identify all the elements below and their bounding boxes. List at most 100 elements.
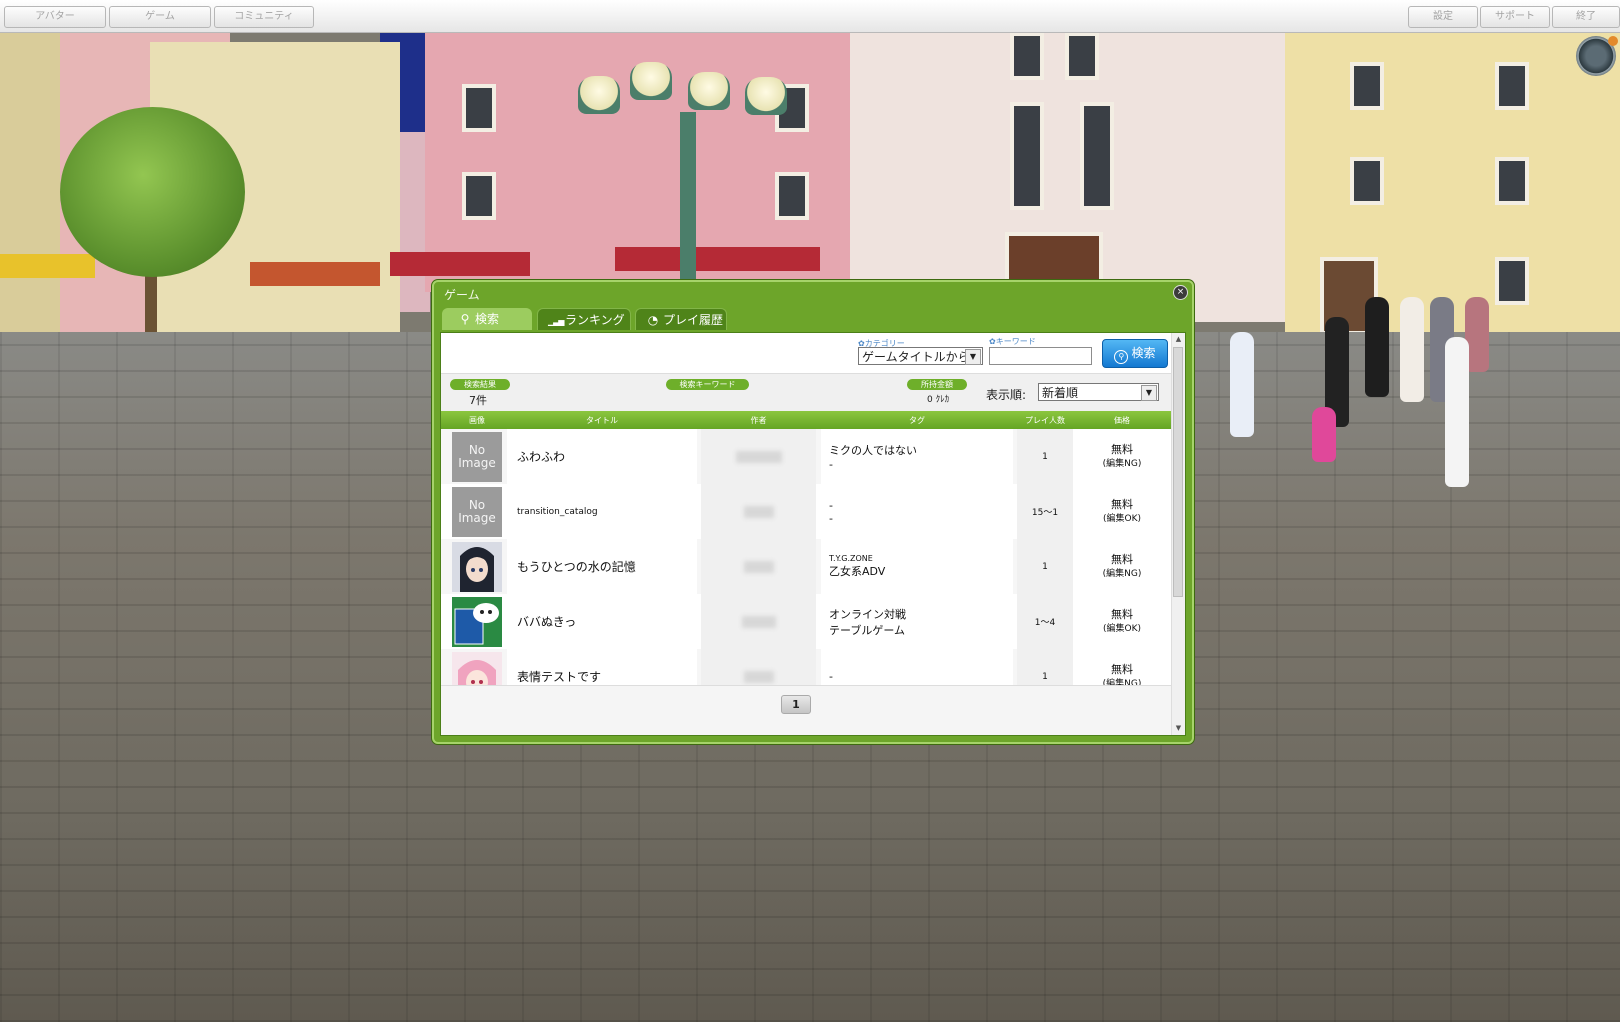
author-name-blurred xyxy=(701,649,816,686)
tab-ranking[interactable]: ▁▃▅ ランキング xyxy=(537,308,631,330)
awning xyxy=(0,254,95,278)
lamp-light xyxy=(578,76,620,114)
tag-cell: - xyxy=(821,649,1013,686)
window xyxy=(1065,32,1099,80)
tag-line: - xyxy=(829,511,833,525)
page-1-button[interactable]: 1 xyxy=(781,695,811,714)
tag-cell: T.Y.G.ZONE 乙女系ADV xyxy=(821,539,1013,594)
table-row[interactable]: ババぬきっ オンライン対戦 テーブルゲーム 1〜4 無料 (編集OK) xyxy=(441,594,1171,650)
result-count-value: 7件 xyxy=(469,394,487,407)
bar-chart-icon: ▁▃▅ xyxy=(548,317,564,326)
search-button-label: 検索 xyxy=(1131,346,1156,360)
avatar-character[interactable] xyxy=(1445,337,1469,487)
scrollbar[interactable]: ▲ ▼ xyxy=(1171,333,1185,735)
scroll-down-arrow-icon[interactable]: ▼ xyxy=(1172,722,1185,735)
game-title[interactable]: ふわふわ xyxy=(507,429,697,484)
window xyxy=(1010,32,1044,80)
keyword-label: ✿キーワード xyxy=(989,337,1036,346)
tab-label: ランキング xyxy=(565,313,625,327)
author-name-blurred xyxy=(701,484,816,539)
anime-girl-thumbnail xyxy=(452,541,502,592)
lamp-light xyxy=(630,62,672,100)
tag-line: テーブルゲーム xyxy=(829,623,906,637)
exit-button[interactable]: 終了 xyxy=(1552,6,1620,28)
avatar-character[interactable] xyxy=(1312,407,1336,462)
col-title: タイトル xyxy=(586,416,618,425)
tab-play-history[interactable]: ◔ プレイ履歴 xyxy=(635,308,727,330)
tag-line: T.Y.G.ZONE xyxy=(829,554,873,563)
close-icon[interactable]: × xyxy=(1173,285,1188,300)
scroll-up-arrow-icon[interactable]: ▲ xyxy=(1172,333,1185,346)
window-title: ゲーム xyxy=(444,288,480,302)
sort-label: 表示順: xyxy=(986,388,1027,402)
table-header: 画像 タイトル 作者 タグ プレイ人数 価格 xyxy=(441,411,1171,429)
price: 無料 xyxy=(1111,662,1133,676)
price: 無料 xyxy=(1111,442,1133,456)
awning xyxy=(250,262,380,286)
tag-line: オンライン対戦 xyxy=(829,607,906,621)
table-row[interactable]: 表情テストです - 1 無料 (編集NG) xyxy=(441,649,1171,686)
tag-line: - xyxy=(829,670,833,683)
game-menu-button[interactable]: ゲーム xyxy=(109,6,211,28)
thumbnail-cell xyxy=(447,649,507,686)
player-count: 1 xyxy=(1017,539,1073,594)
balance-label: 所持金額 xyxy=(907,379,967,390)
search-icon: ⚲ xyxy=(460,312,470,326)
window xyxy=(1350,157,1384,205)
edit-permission: (編集NG) xyxy=(1102,458,1142,469)
col-author: 作者 xyxy=(750,416,767,425)
table-row[interactable]: No Image ふわふわ ミクの人ではない - 1 無料 (編集NG) xyxy=(441,429,1171,485)
search-button[interactable]: ⚲ 検索 xyxy=(1102,339,1168,368)
notification-dot-icon xyxy=(1608,36,1618,46)
settings-button[interactable]: 設定 xyxy=(1408,6,1478,28)
price: 無料 xyxy=(1111,497,1133,511)
game-title[interactable]: transition_catalog xyxy=(507,484,697,539)
game-title[interactable]: もうひとつの水の記憶 xyxy=(507,539,697,594)
avatar-menu-button[interactable]: アバター xyxy=(4,6,106,28)
game-title[interactable]: 表情テストです xyxy=(507,649,697,686)
category-select[interactable]: ゲームタイトルから ▼ xyxy=(858,347,983,365)
search-keyword-label: 検索キーワード xyxy=(666,379,749,390)
avatar-character[interactable] xyxy=(1230,332,1254,437)
col-image: 画像 xyxy=(469,416,485,425)
tag-line: ミクの人ではない xyxy=(829,444,917,457)
table-row[interactable]: もうひとつの水の記憶 T.Y.G.ZONE 乙女系ADV 1 無料 (編集NG) xyxy=(441,539,1171,595)
price-cell: 無料 (編集NG) xyxy=(1073,539,1171,594)
tag-line: - xyxy=(829,458,833,471)
avatar-character[interactable] xyxy=(1400,297,1424,402)
community-menu-button[interactable]: コミュニティ xyxy=(214,6,314,28)
window xyxy=(1080,102,1114,210)
window xyxy=(1350,62,1384,110)
keyword-input[interactable] xyxy=(989,347,1092,365)
tag-cell: ミクの人ではない - xyxy=(821,429,1013,484)
tag-cell: -- xyxy=(821,484,1013,539)
tag-line: - xyxy=(829,498,833,512)
thumbnail-cell: No Image xyxy=(447,484,507,539)
scrollbar-thumb[interactable] xyxy=(1173,347,1183,597)
window xyxy=(1495,257,1529,305)
edit-permission: (編集OK) xyxy=(1102,623,1141,634)
sort-select[interactable]: 新着順 ▼ xyxy=(1038,383,1159,401)
col-price: 価格 xyxy=(1114,416,1130,425)
game-title[interactable]: ババぬきっ xyxy=(507,594,697,649)
awning xyxy=(615,247,820,271)
player-count: 1 xyxy=(1017,429,1073,484)
window xyxy=(1495,62,1529,110)
search-icon: ⚲ xyxy=(1114,350,1129,364)
window xyxy=(775,172,809,220)
window xyxy=(462,172,496,220)
tag-line: 乙女系ADV xyxy=(829,565,886,578)
author-name-blurred xyxy=(701,429,816,484)
tab-search[interactable]: ⚲ 検索 xyxy=(442,308,532,330)
support-button[interactable]: サポート xyxy=(1480,6,1550,28)
player-count: 1 xyxy=(1017,649,1073,686)
table-row[interactable]: No Image transition_catalog -- 15〜1 無料 (編集… xyxy=(441,484,1171,540)
price-cell: 無料 (編集OK) xyxy=(1073,484,1171,539)
tab-label: 検索 xyxy=(475,312,500,326)
game-list: No Image ふわふわ ミクの人ではない - 1 無料 (編集NG) No Imag… xyxy=(441,429,1171,686)
pink-hair-thumbnail xyxy=(452,651,502,686)
clock-icon: ◔ xyxy=(647,313,659,327)
price-cell: 無料 (編集OK) xyxy=(1073,594,1171,649)
tag-cell: オンライン対戦 テーブルゲーム xyxy=(821,594,1013,649)
avatar-character[interactable] xyxy=(1365,297,1389,397)
